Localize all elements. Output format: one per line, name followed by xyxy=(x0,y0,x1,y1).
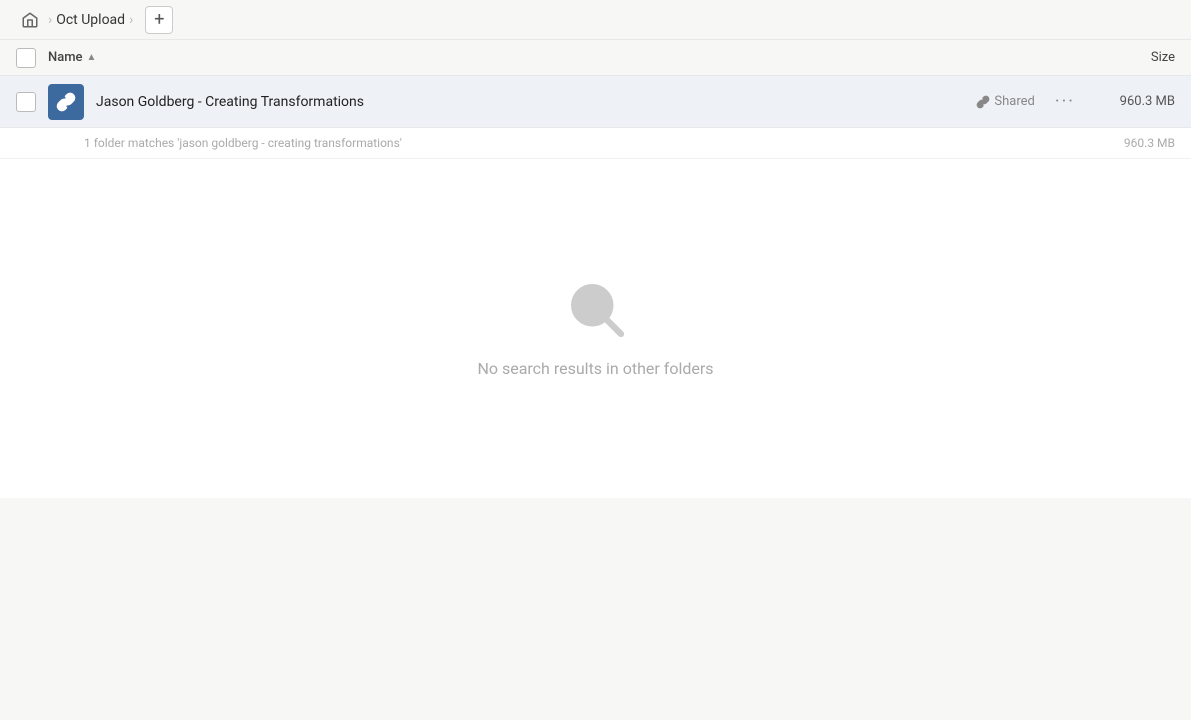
no-results-text: No search results in other folders xyxy=(477,359,713,378)
column-headers: Name ▲ Size xyxy=(0,40,1191,76)
breadcrumb-chevron-2: › xyxy=(129,12,133,28)
more-options-button[interactable]: ··· xyxy=(1047,87,1083,116)
select-all-checkbox[interactable] xyxy=(16,48,36,68)
size-column-header[interactable]: Size xyxy=(1095,50,1175,65)
home-button[interactable] xyxy=(16,6,44,34)
file-size: 960.3 MB xyxy=(1095,94,1175,109)
file-row[interactable]: Jason Goldberg - Creating Transformation… xyxy=(0,76,1191,128)
file-name: Jason Goldberg - Creating Transformation… xyxy=(96,94,976,110)
file-icon xyxy=(48,84,84,120)
shared-badge: Shared xyxy=(976,94,1034,109)
shared-label: Shared xyxy=(994,94,1034,109)
empty-state: No search results in other folders xyxy=(0,159,1191,498)
name-column-header[interactable]: Name ▲ xyxy=(48,50,1095,65)
summary-row: 1 folder matches 'jason goldberg - creat… xyxy=(0,128,1191,159)
row-checkbox[interactable] xyxy=(16,92,36,112)
no-results-icon xyxy=(566,279,626,343)
breadcrumb-folder[interactable]: Oct Upload xyxy=(56,12,125,28)
sort-arrow-icon: ▲ xyxy=(87,52,97,63)
add-button[interactable]: + xyxy=(145,6,173,34)
summary-text: 1 folder matches 'jason goldberg - creat… xyxy=(16,136,1095,150)
breadcrumb-chevron-1: › xyxy=(48,12,52,28)
summary-size: 960.3 MB xyxy=(1095,136,1175,150)
breadcrumb-bar: › Oct Upload › + xyxy=(0,0,1191,40)
content-area: Jason Goldberg - Creating Transformation… xyxy=(0,76,1191,498)
